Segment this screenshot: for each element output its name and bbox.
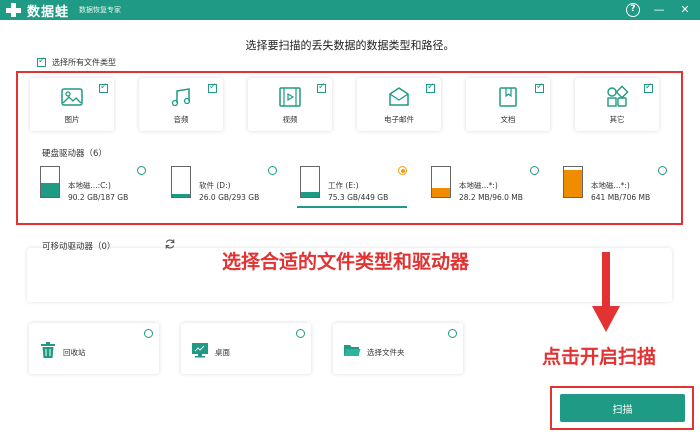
checkbox-icon[interactable] [37, 56, 46, 67]
app-name: 数据蛙 [27, 4, 70, 20]
recycle-bin-icon [41, 342, 55, 358]
logo-cross-icon [6, 3, 22, 17]
annotation-frame-selection [16, 71, 683, 225]
window-controls: ? — ✕ [626, 0, 692, 20]
folder-icon [344, 345, 361, 356]
page-heading: 选择要扫描的丢失数据的数据类型和路径。 [245, 39, 455, 52]
title-bar: 数据蛙 数据恢复专家 ? — ✕ [0, 0, 700, 20]
location-radio[interactable] [144, 329, 153, 338]
annotation-choose-hint: 选择合适的文件类型和驱动器 [222, 251, 470, 273]
location-radio[interactable] [296, 329, 305, 338]
app-logo: 数据蛙 [6, 1, 69, 20]
annotation-arrow-icon [592, 252, 620, 332]
location-label: 选择文件夹 [367, 348, 405, 357]
select-all-label: 选择所有文件类型 [52, 58, 116, 67]
location-radio[interactable] [448, 329, 457, 338]
scan-button[interactable]: 扫描 [560, 394, 685, 422]
location-label: 回收站 [63, 348, 86, 357]
location-label: 桌面 [215, 348, 230, 357]
select-all-checkbox[interactable]: 选择所有文件类型 [37, 56, 116, 68]
location-select-folder[interactable]: 选择文件夹 [333, 323, 463, 374]
location-recycle-bin[interactable]: 回收站 [29, 323, 159, 374]
app-subtitle: 数据恢复专家 [79, 6, 122, 14]
annotation-scan-hint: 点击开启扫描 [542, 346, 657, 368]
location-desktop[interactable]: 桌面 [181, 323, 311, 374]
help-button[interactable]: ? [626, 3, 640, 17]
minimize-button[interactable]: — [652, 3, 666, 17]
desktop-icon [192, 343, 208, 358]
close-button[interactable]: ✕ [678, 3, 692, 17]
